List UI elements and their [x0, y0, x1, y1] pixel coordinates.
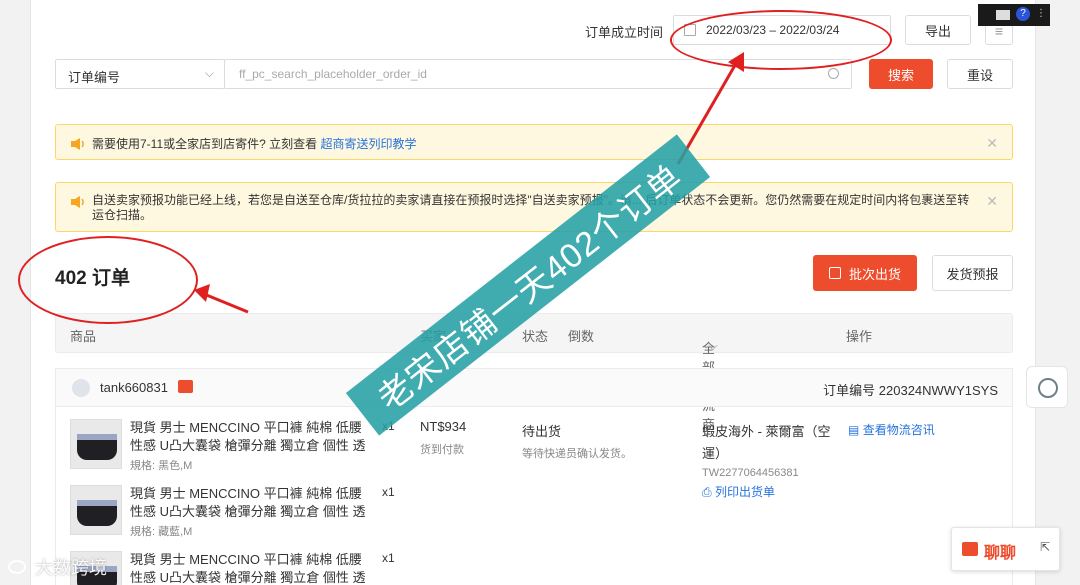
ship-forecast-button[interactable]: 发货预报	[932, 255, 1013, 291]
export-button[interactable]: 导出	[905, 15, 971, 45]
print-label-link[interactable]: ⎙ 列印出货单	[702, 483, 775, 500]
ship-icon	[828, 267, 841, 279]
search-field-select-value: 订单编号	[68, 70, 121, 85]
support-float-button[interactable]	[1026, 366, 1068, 408]
product-name: 現貨 男士 MENCCINO 平口褲 純棉 低腰 性感 U凸大囊袋 槍彈分離 獨…	[130, 486, 366, 519]
product-thumbnail	[70, 485, 122, 535]
list-item: 現貨 男士 MENCCINO 平口褲 純棉 低腰 性感 U凸大囊袋 槍彈分離 獨…	[70, 419, 410, 475]
speaker-icon	[71, 138, 84, 150]
order-card-header: tank660831 订单编号 220324NWWY1SYS	[56, 369, 1012, 407]
search-input-placeholder: ff_pc_search_placeholder_order_id	[239, 67, 427, 81]
chat-label: 聊聊	[984, 545, 1017, 562]
payment-method: 货到付款	[420, 444, 464, 456]
col-countdown: 倒数	[568, 329, 595, 344]
keyboard-icon[interactable]	[996, 10, 1010, 20]
annotation-ellipse-date	[670, 10, 892, 70]
close-icon[interactable]: ✕	[986, 193, 998, 210]
watermark: 大数跨境	[8, 554, 158, 580]
watermark-text: 大数跨境	[35, 558, 108, 578]
product-qty: x1	[382, 551, 395, 565]
chevron-down-icon: ⌵	[708, 338, 718, 353]
order-number: 订单编号 220324NWWY1SYS	[823, 383, 998, 398]
help-icon[interactable]: ?	[1016, 7, 1030, 21]
product-name: 現貨 男士 MENCCINO 平口褲 純棉 低腰 性感 U凸大囊袋 槍彈分離 獨…	[130, 552, 366, 585]
document-icon: ▤	[848, 423, 860, 437]
view-logistics-text: 查看物流咨讯	[862, 423, 935, 437]
col-product: 商品	[70, 329, 97, 344]
overlay-toolbar: ? ⋮	[978, 4, 1050, 26]
watermark-logo-icon	[8, 560, 26, 574]
date-filter-label: 订单成立时间	[585, 25, 664, 40]
chevron-icon[interactable]: ⋮	[1036, 8, 1046, 19]
list-item: 現貨 男士 MENCCINO 平口褲 純棉 低腰 性感 U凸大囊袋 槍彈分離 獨…	[70, 485, 410, 541]
banner-self-delivery-text: 自送卖家预报功能已经上线，若您是自送至仓库/货拉拉的卖家请直接在预报时选择"自送…	[92, 193, 970, 222]
info-banner-self-delivery: 自送卖家预报功能已经上线，若您是自送至仓库/货拉拉的卖家请直接在预报时选择"自送…	[55, 182, 1013, 232]
product-spec: 規格: 藏藍,M	[130, 526, 193, 538]
batch-ship-label: 批次出货	[848, 266, 901, 282]
printer-icon: ⎙	[702, 485, 712, 499]
order-card: tank660831 订单编号 220324NWWY1SYS 現貨 男士 MEN…	[55, 368, 1013, 585]
expand-icon[interactable]: ⇱	[1040, 540, 1050, 554]
support-icon	[1038, 378, 1058, 398]
annotation-ellipse-count	[18, 236, 198, 324]
search-field-select[interactable]: 订单编号 ⌵	[55, 59, 225, 89]
order-status: 待出货	[522, 424, 562, 439]
order-price: NT$934	[420, 419, 467, 434]
col-status: 状态	[522, 329, 549, 344]
product-name: 現貨 男士 MENCCINO 平口褲 純棉 低腰 性感 U凸大囊袋 槍彈分離 獨…	[130, 420, 366, 453]
order-table-header: 商品 买家 状态 倒数 全部物流商 ⌵ 操作	[55, 313, 1013, 432]
search-button[interactable]: 搜索	[869, 59, 933, 89]
order-status-sub: 等待快递员确认发货。	[522, 448, 632, 460]
close-icon[interactable]: ✕	[986, 135, 998, 152]
buyer-name[interactable]: tank660831	[100, 380, 168, 395]
search-icon	[828, 68, 839, 79]
banner-711-text: 需要使用7-11或全家店到店寄件? 立刻查看 超商寄送列印教学	[92, 137, 417, 151]
reset-button[interactable]: 重设	[947, 59, 1013, 89]
chevron-down-icon: ⌵	[204, 66, 214, 80]
print-label-text: 列印出货单	[714, 485, 775, 499]
banner-711-link[interactable]: 超商寄送列印教学	[320, 137, 416, 151]
chat-icon[interactable]	[178, 380, 193, 393]
info-banner-711: 需要使用7-11或全家店到店寄件? 立刻查看 超商寄送列印教学 ✕	[55, 124, 1013, 160]
product-spec: 規格: 黑色,M	[130, 460, 193, 472]
batch-ship-button[interactable]: 批次出货	[813, 255, 917, 291]
chat-icon	[962, 542, 978, 556]
view-logistics-link[interactable]: ▤ 查看物流咨讯	[848, 421, 935, 438]
chat-widget[interactable]: 聊聊 ⇱	[951, 527, 1060, 571]
product-qty: x1	[382, 485, 395, 499]
avatar[interactable]	[72, 379, 90, 397]
col-action: 操作	[846, 329, 873, 344]
product-thumbnail	[70, 419, 122, 469]
speaker-icon	[71, 196, 84, 208]
carrier-name: 蝦皮海外 - 萊爾富（空運）	[702, 424, 831, 461]
tracking-number: TW2277064456381	[702, 467, 799, 479]
